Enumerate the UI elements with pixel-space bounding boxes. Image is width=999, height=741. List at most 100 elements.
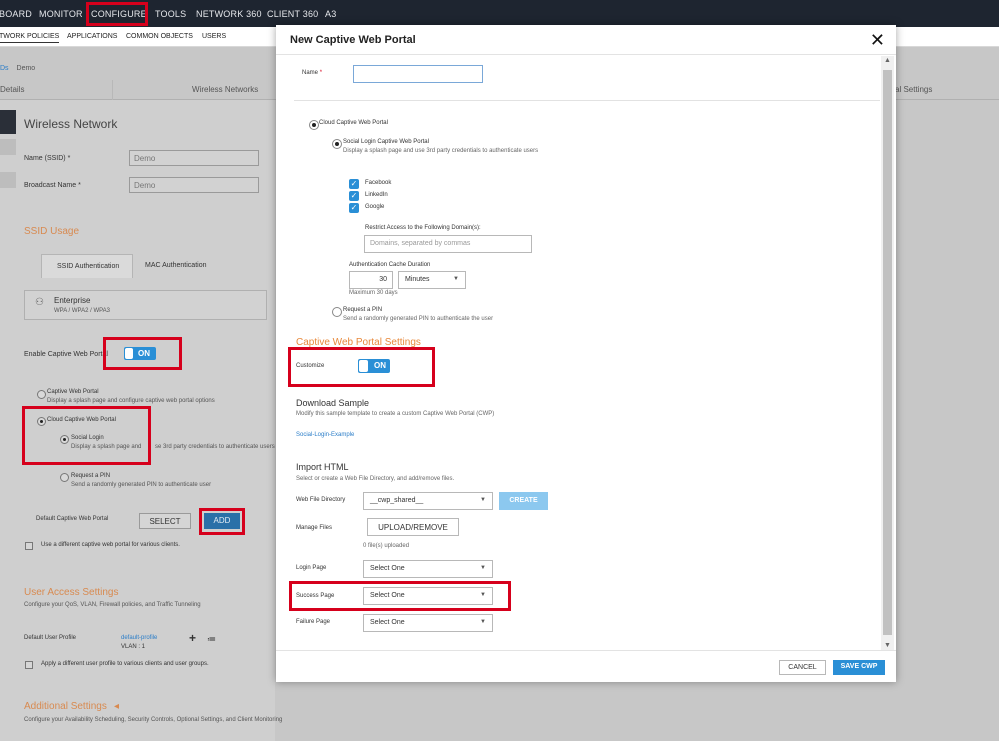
scroll-up-icon[interactable]: ▲ — [884, 57, 891, 64]
enterprise-option[interactable]: ⚇ Enterprise WPA / WPA2 / WPA3 — [24, 290, 267, 320]
chevron-down-icon: ▼ — [453, 276, 459, 282]
modal-header: New Captive Web Portal ✕ — [276, 25, 896, 55]
chevron-down-icon: ▼ — [480, 565, 486, 571]
highlight-enable-cwp — [103, 337, 182, 370]
upload-remove-button[interactable]: UPLOAD/REMOVE — [367, 518, 459, 536]
scrollbar-thumb[interactable] — [883, 70, 892, 635]
linkedin-label: LinkedIn — [365, 192, 388, 198]
subnav-network-policies[interactable]: TWORK POLICIES — [0, 33, 60, 43]
radio-cloud-cwp-modal[interactable] — [309, 120, 319, 130]
tab-ssid-authentication[interactable]: SSID Authentication — [41, 254, 133, 278]
scroll-down-icon[interactable]: ▼ — [884, 642, 891, 649]
subnav-common-objects[interactable]: COMMON OBJECTS — [126, 33, 193, 40]
failure-page-select[interactable]: Select One ▼ — [363, 614, 493, 632]
domains-input[interactable]: Domains, separated by commas — [364, 235, 532, 253]
ssid-label: Name (SSID) * — [24, 155, 71, 162]
nav-dashboard[interactable]: BOARD — [0, 9, 32, 19]
breadcrumb: Ds Demo — [0, 65, 35, 72]
nav-client-360[interactable]: CLIENT 360 — [267, 9, 318, 19]
radio-captive-web-portal[interactable] — [37, 390, 46, 399]
nav-a3[interactable]: A3 — [325, 9, 336, 19]
checkbox-google[interactable]: ✓ — [349, 203, 359, 213]
enterprise-title: Enterprise — [54, 296, 91, 305]
tab-divider — [112, 80, 113, 100]
add-profile-icon[interactable]: + — [189, 631, 196, 645]
facebook-label: Facebook — [365, 180, 392, 186]
manage-files-label: Manage Files — [296, 525, 333, 531]
select-cwp-button[interactable]: SELECT — [139, 513, 191, 529]
uploaded-count: 0 file(s) uploaded — [363, 543, 410, 549]
subnav-applications[interactable]: APPLICATIONS — [67, 33, 117, 40]
cache-duration-label: Authentication Cache Duration — [349, 262, 431, 268]
highlight-configure — [86, 2, 148, 26]
import-html-desc: Select or create a Web File Directory, a… — [296, 476, 455, 482]
highlight-success-page — [289, 581, 511, 611]
modal-footer: CANCEL SAVE CWP — [276, 650, 896, 682]
ssid-input[interactable]: Demo — [129, 150, 259, 166]
failure-page-label: Failure Page — [296, 619, 331, 625]
diff-profile-checkbox[interactable] — [25, 661, 33, 669]
radio-request-pin[interactable] — [60, 473, 69, 482]
name-input[interactable] — [353, 65, 483, 83]
pin-title: Request a PIN — [71, 473, 111, 479]
login-page-select[interactable]: Select One ▼ — [363, 560, 493, 578]
diff-cwp-label: Use a different captive web portal for v… — [41, 542, 180, 548]
divider — [294, 100, 880, 101]
pin-label: Request a PIN — [343, 307, 383, 313]
nav-network-360[interactable]: NETWORK 360 — [196, 9, 262, 19]
list-icon[interactable]: ≔ — [207, 634, 216, 645]
enable-cwp-label: Enable Captive Web Portal — [24, 351, 108, 358]
chevron-down-icon: ▼ — [480, 619, 486, 625]
additional-settings-desc: Configure your Availability Scheduling, … — [24, 717, 283, 723]
tab-additional-settings[interactable]: al Settings — [895, 85, 932, 94]
cwp-option-desc: Display a splash page and configure capt… — [47, 398, 215, 404]
tab-details[interactable]: Details — [0, 85, 24, 94]
users-icon: ⚇ — [35, 297, 44, 308]
pin-desc: Send a randomly generated PIN to authent… — [343, 316, 494, 322]
import-html-heading: Import HTML — [296, 462, 349, 472]
cache-duration-input[interactable]: 30 — [349, 271, 393, 289]
save-cwp-button[interactable]: SAVE CWP — [833, 660, 885, 675]
cache-max-note: Maximum 30 days — [349, 290, 398, 296]
top-nav-bar: BOARD MONITOR CONFIGURE TOOLS NETWORK 36… — [0, 0, 999, 27]
google-label: Google — [365, 204, 385, 210]
nav-monitor[interactable]: MONITOR — [39, 9, 83, 19]
ssid-usage-heading: SSID Usage — [24, 226, 80, 237]
tab-mac-authentication[interactable]: MAC Authentication — [145, 262, 206, 269]
close-icon[interactable]: ✕ — [870, 31, 885, 49]
highlight-cloud-cwp — [22, 406, 151, 465]
broadcast-name-label: Broadcast Name * — [24, 182, 81, 189]
cwp-option-title: Captive Web Portal — [47, 389, 99, 395]
download-sample-heading: Download Sample — [296, 398, 370, 408]
default-profile-label: Default User Profile — [24, 635, 77, 641]
checkbox-linkedin[interactable]: ✓ — [349, 191, 359, 201]
user-access-desc: Configure your QoS, VLAN, Firewall polic… — [24, 602, 201, 608]
broadcast-name-input[interactable]: Demo — [129, 177, 259, 193]
subnav-users[interactable]: USERS — [202, 33, 226, 40]
nav-tools[interactable]: TOOLS — [155, 9, 186, 19]
cloud-cwp-label: Cloud Captive Web Portal — [319, 120, 388, 126]
cache-unit-select[interactable]: Minutes ▼ — [398, 271, 466, 289]
default-profile-link[interactable]: default-profile — [121, 635, 157, 641]
checkbox-facebook[interactable]: ✓ — [349, 179, 359, 189]
social-login-cwp-title: Social Login Captive Web Portal — [343, 139, 429, 145]
tab-wireless-networks[interactable]: Wireless Networks — [192, 85, 258, 94]
breadcrumb-link[interactable]: Ds — [0, 65, 9, 72]
diff-cwp-checkbox[interactable] — [25, 542, 33, 550]
radio-request-pin-modal[interactable] — [332, 307, 342, 317]
caret-left-icon[interactable]: ◂ — [114, 701, 119, 712]
create-button[interactable]: CREATE — [499, 492, 548, 510]
side-marker — [0, 110, 16, 134]
chevron-down-icon: ▼ — [480, 497, 486, 503]
enterprise-subtitle: WPA / WPA2 / WPA3 — [54, 308, 111, 314]
default-cwp-label: Default Captive Web Portal — [36, 516, 109, 522]
cancel-button[interactable]: CANCEL — [779, 660, 826, 675]
restrict-domains-label: Restrict Access to the Following Domain(… — [365, 225, 481, 231]
modal-scrollbar[interactable]: ▲ ▼ — [881, 56, 894, 650]
vlan-value: VLAN : 1 — [121, 644, 146, 650]
radio-social-login-cwp[interactable] — [332, 139, 342, 149]
web-dir-select[interactable]: __cwp_shared__ ▼ — [363, 492, 493, 510]
social-login-desc-b: se 3rd party credentials to authenticate… — [155, 444, 275, 450]
social-login-example-link[interactable]: Social-Login-Example — [296, 432, 354, 438]
diff-profile-label: Apply a different user profile to variou… — [41, 661, 209, 667]
